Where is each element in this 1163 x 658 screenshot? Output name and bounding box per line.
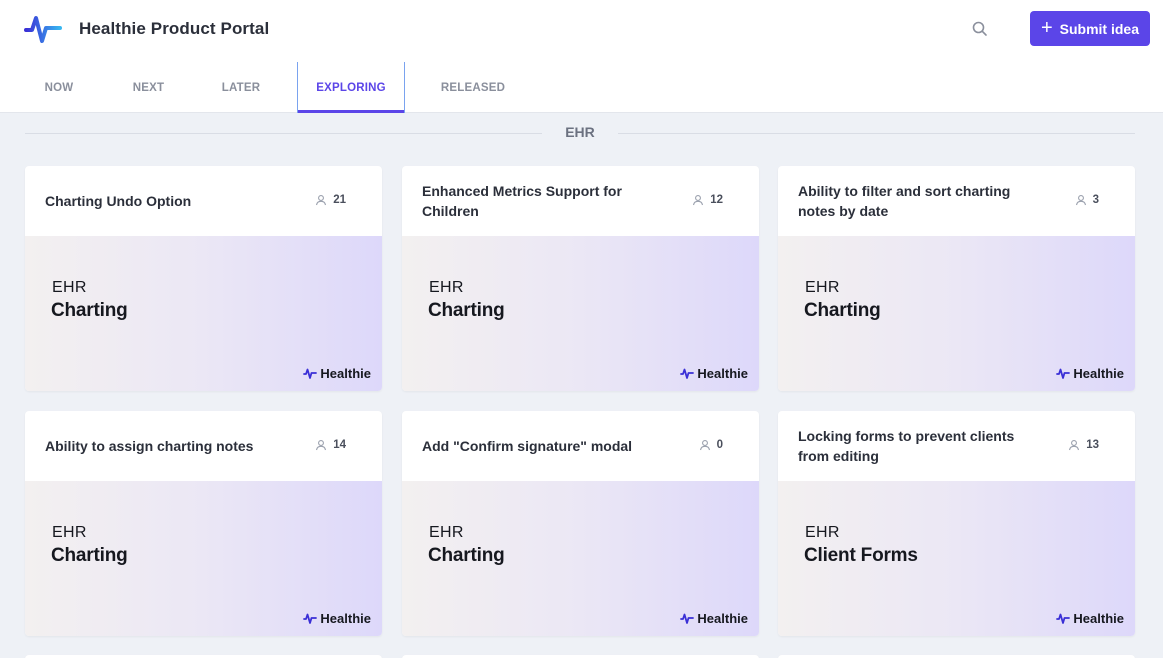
idea-card[interactable]: Enhanced Metrics Support for Children 12…	[402, 166, 759, 391]
healthie-logo-icon	[680, 613, 695, 624]
submit-idea-label: Submit idea	[1059, 20, 1140, 37]
vote-number: 0	[716, 439, 723, 451]
tab-next[interactable]: NEXT	[120, 62, 177, 113]
plus-icon: +	[1040, 16, 1053, 39]
banner-brand: Healthie	[1056, 366, 1124, 381]
banner-brand: Healthie	[303, 366, 371, 381]
card-title: Charting Undo Option	[45, 193, 192, 209]
card-banner: EHR Charting Healthie	[25, 481, 382, 636]
banner-brand: Healthie	[1056, 611, 1124, 626]
healthie-logo-icon[interactable]	[24, 14, 62, 44]
top-bar: Healthie Product Portal + Submit idea NO…	[0, 0, 1163, 113]
banner-brand: Healthie	[680, 366, 748, 381]
user-icon	[693, 195, 704, 206]
tab-exploring[interactable]: EXPLORING	[297, 62, 405, 113]
tab-label: LATER	[221, 81, 261, 94]
tab-label: EXPLORING	[316, 81, 386, 94]
tab-label: RELEASED	[440, 81, 506, 94]
banner-subcategory: Charting	[804, 300, 881, 321]
vote-count[interactable]: 21	[315, 194, 346, 206]
banner-category: EHR	[805, 524, 840, 541]
brand-name: Healthie	[697, 611, 748, 626]
idea-card[interactable]: Ability to assign charting notes 14 EHR …	[25, 411, 382, 636]
card-header: Ability to assign charting notes 14	[25, 411, 382, 481]
card-title: Add "Confirm signature" modal	[422, 438, 633, 454]
user-icon	[1069, 440, 1080, 451]
tab-later[interactable]: LATER	[210, 62, 272, 113]
card-header: Locking forms to prevent clients from ed…	[778, 411, 1135, 481]
vote-count[interactable]: 13	[1068, 439, 1099, 451]
roadmap-tabs: NOW NEXT LATER EXPLORING RELEASED	[0, 62, 1163, 113]
idea-card[interactable]: Locking forms to prevent clients from ed…	[778, 411, 1135, 636]
search-icon[interactable]	[969, 18, 991, 40]
banner-category: EHR	[52, 524, 87, 541]
vote-number: 14	[333, 439, 346, 451]
section-title: EHR	[565, 124, 595, 140]
user-icon	[699, 440, 710, 451]
banner-subcategory: Client Forms	[804, 545, 918, 566]
brand-name: Healthie	[1073, 366, 1124, 381]
banner-subcategory: Charting	[428, 545, 505, 566]
tab-label: NOW	[44, 81, 74, 94]
healthie-logo-icon	[1056, 613, 1071, 624]
vote-number: 3	[1092, 194, 1099, 206]
card-banner: EHR Client Forms Healthie	[778, 481, 1135, 636]
card-banner: EHR Charting Healthie	[25, 236, 382, 391]
vote-count[interactable]: 12	[692, 194, 723, 206]
banner-category: EHR	[805, 279, 840, 296]
vote-number: 12	[710, 194, 723, 206]
vote-number: 21	[333, 194, 346, 206]
banner-subcategory: Charting	[51, 300, 128, 321]
healthie-logo-icon	[303, 368, 318, 379]
tab-now[interactable]: NOW	[32, 62, 86, 113]
brand-name: Healthie	[320, 611, 371, 626]
card-header: Enhanced Metrics Support for Children 12	[402, 166, 759, 236]
card-header: Charting Undo Option 21	[25, 166, 382, 236]
vote-count[interactable]: 0	[699, 439, 723, 451]
section-divider: EHR	[25, 122, 1135, 144]
brand-name: Healthie	[320, 366, 371, 381]
banner-category: EHR	[429, 524, 464, 541]
card-title: Locking forms to prevent clients from ed…	[798, 428, 1015, 464]
banner-subcategory: Charting	[51, 545, 128, 566]
healthie-logo-icon	[680, 368, 695, 379]
healthie-logo-icon	[303, 613, 318, 624]
user-icon	[316, 440, 327, 451]
banner-brand: Healthie	[303, 611, 371, 626]
tab-label: NEXT	[132, 81, 165, 94]
banner-subcategory: Charting	[428, 300, 505, 321]
card-title: Enhanced Metrics Support for Children	[422, 183, 622, 219]
vote-count[interactable]: 3	[1075, 194, 1099, 206]
idea-card[interactable]: Add "Confirm signature" modal 0 EHR Char…	[402, 411, 759, 636]
app-title: Healthie Product Portal	[79, 19, 270, 38]
card-title: Ability to assign charting notes	[45, 438, 254, 454]
card-banner: EHR Charting Healthie	[778, 236, 1135, 391]
idea-card[interactable]: Charting Undo Option 21 EHR Charting Hea…	[25, 166, 382, 391]
banner-category: EHR	[429, 279, 464, 296]
banner-brand: Healthie	[680, 611, 748, 626]
brand-name: Healthie	[1073, 611, 1124, 626]
card-banner: EHR Charting Healthie	[402, 481, 759, 636]
user-icon	[316, 195, 327, 206]
card-banner: EHR Charting Healthie	[402, 236, 759, 391]
card-header: Ability to filter and sort charting note…	[778, 166, 1135, 236]
vote-count[interactable]: 14	[315, 439, 346, 451]
banner-category: EHR	[52, 279, 87, 296]
card-title: Ability to filter and sort charting note…	[798, 183, 1011, 219]
healthie-logo-icon	[1056, 368, 1071, 379]
idea-card[interactable]: Ability to filter and sort charting note…	[778, 166, 1135, 391]
divider-line	[618, 133, 1135, 134]
user-icon	[1075, 195, 1086, 206]
brand-name: Healthie	[697, 366, 748, 381]
tab-released[interactable]: RELEASED	[432, 62, 514, 113]
submit-idea-button[interactable]: + Submit idea	[1030, 11, 1150, 46]
vote-number: 13	[1086, 439, 1099, 451]
card-header: Add "Confirm signature" modal 0	[402, 411, 759, 481]
